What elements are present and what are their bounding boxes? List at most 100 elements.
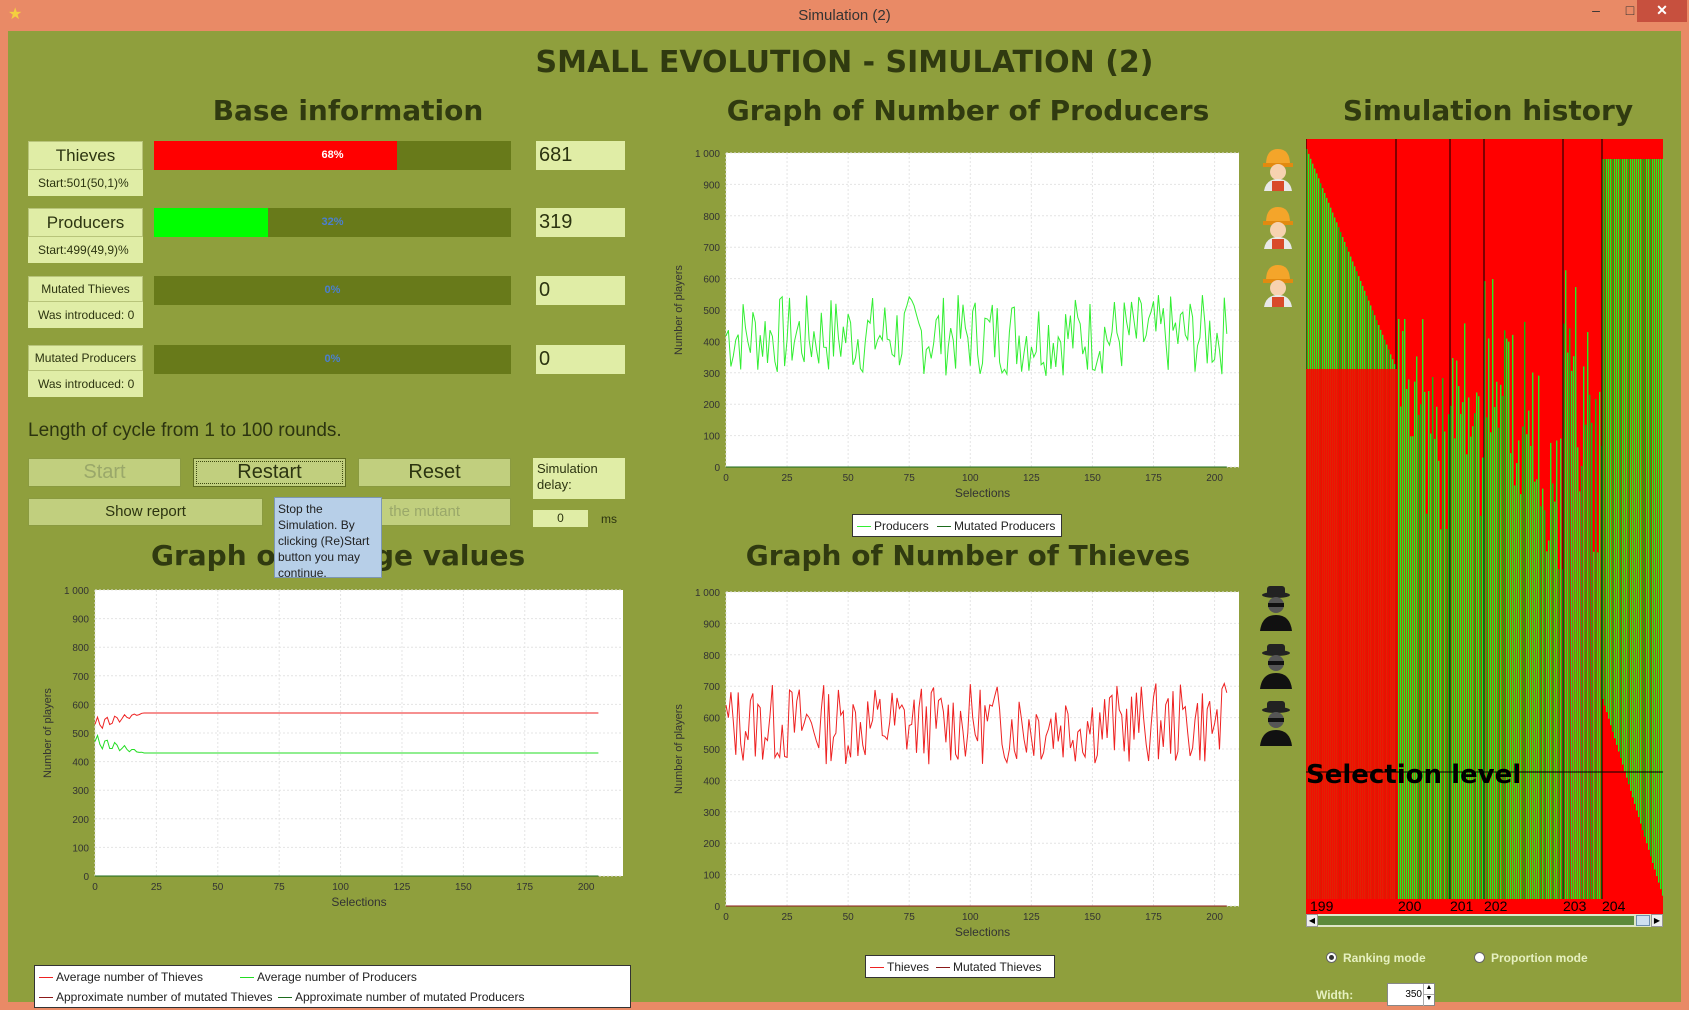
close-button[interactable]: ✕ (1637, 0, 1687, 22)
x-tick-label: 75 (904, 473, 916, 484)
history-column (1544, 510, 1546, 899)
producers-progress-bar: 32% (154, 208, 511, 237)
spin-up-icon[interactable]: ▲ (1423, 984, 1434, 995)
history-column (1474, 413, 1476, 899)
history-column (1585, 424, 1587, 899)
radio-unselected-icon[interactable] (1474, 952, 1485, 963)
history-column (1408, 379, 1410, 899)
spin-down-icon[interactable]: ▼ (1423, 995, 1434, 1006)
x-tick-label: 200 (1206, 473, 1223, 484)
history-column (1528, 410, 1530, 899)
y-tick-label: 500 (72, 729, 89, 740)
history-column (1418, 414, 1420, 899)
history-column (1502, 395, 1504, 899)
history-column (1436, 406, 1438, 899)
show-report-button[interactable]: Show report (28, 498, 263, 526)
history-column (1430, 433, 1432, 899)
y-tick-label: 900 (72, 615, 89, 626)
x-tick-label: 75 (274, 882, 286, 893)
history-column (1571, 370, 1573, 899)
scroll-left-icon[interactable]: ◀ (1306, 914, 1318, 927)
simulation-delay-label: Simulation delay: (533, 458, 625, 499)
simulation-delay-input[interactable]: 0 (533, 510, 588, 527)
average-chart-title-left: Graph of (151, 539, 288, 572)
scroll-right-icon[interactable]: ▶ (1651, 914, 1663, 927)
width-spinner[interactable]: 350 ▲ ▼ (1387, 983, 1435, 1006)
x-tick-label: 50 (843, 912, 855, 923)
history-column (1456, 360, 1458, 899)
y-axis-label: Number of players (673, 265, 685, 355)
history-column (1458, 386, 1460, 900)
base-info-title: Base information (212, 94, 484, 127)
mutated-thieves-label: Mutated Thieves (28, 276, 143, 302)
scrollbar-track[interactable] (1318, 916, 1634, 925)
history-column (1567, 352, 1569, 899)
history-column (1466, 454, 1468, 899)
history-column (1616, 159, 1618, 745)
x-tick-label: 200 (1206, 912, 1223, 923)
y-tick-label: 0 (83, 872, 89, 883)
history-column (1636, 159, 1638, 811)
y-tick-label: 500 (703, 745, 720, 756)
history-column (1464, 323, 1466, 899)
history-column (1410, 436, 1412, 899)
history-column (1522, 426, 1524, 899)
history-column (1404, 292, 1406, 899)
y-tick-label: 700 (703, 682, 720, 693)
history-column (1589, 394, 1591, 899)
history-column (1508, 341, 1510, 900)
history-image (1306, 139, 1663, 900)
cycle-length-text: Length of cycle from 1 to 100 rounds. (28, 420, 342, 441)
legend-item-avg-producers: Average number of Producers (240, 970, 417, 984)
history-column (1480, 515, 1482, 899)
y-tick-label: 1 000 (695, 588, 720, 599)
x-tick-label: 100 (962, 473, 979, 484)
x-tick-label: 75 (904, 912, 916, 923)
legend-item-producers: Producers (857, 519, 929, 533)
history-column (1468, 397, 1470, 899)
y-tick-label: 900 (703, 180, 720, 191)
legend-label: Mutated Thieves (953, 960, 1042, 974)
history-column (1648, 159, 1650, 850)
x-tick-label: 150 (455, 882, 472, 893)
history-column (1494, 407, 1496, 899)
history-column (1579, 491, 1581, 899)
history-column (1400, 406, 1402, 899)
x-axis-label: Selections (955, 925, 1010, 939)
thief-icon (1256, 583, 1296, 631)
reset-button[interactable]: Reset (358, 458, 511, 487)
main-panel: SMALL EVOLUTION - SIMULATION (2) Base in… (8, 31, 1681, 1008)
selection-level-label: Selection level (1306, 760, 1522, 790)
history-block (1306, 369, 1398, 899)
history-column (1526, 434, 1528, 899)
history-column (1662, 159, 1663, 896)
history-column (1634, 159, 1636, 804)
history-column (1630, 159, 1632, 791)
history-column (1530, 445, 1532, 899)
radio-selected-icon[interactable] (1326, 952, 1337, 963)
x-tick-label: 125 (1023, 912, 1040, 923)
width-value[interactable]: 350 (1405, 989, 1422, 1000)
mutated-producers-percent: 0% (324, 353, 341, 365)
proportion-mode-radio[interactable]: Proportion mode (1474, 951, 1588, 965)
history-column (1470, 436, 1472, 899)
history-column (1628, 159, 1630, 785)
history-column (1510, 453, 1512, 899)
y-tick-label: 400 (703, 776, 720, 787)
history-column (1624, 159, 1626, 772)
history-column (1534, 481, 1536, 899)
scrollbar-thumb[interactable] (1636, 915, 1650, 926)
thief-icon (1256, 698, 1296, 746)
history-column (1620, 159, 1622, 759)
history-scrollbar[interactable]: ◀ ▶ (1306, 914, 1663, 927)
y-axis-label: Number of players (673, 704, 685, 794)
restart-button[interactable]: Restart (193, 458, 346, 487)
x-tick-label: 125 (394, 882, 411, 893)
history-column (1658, 159, 1660, 883)
start-button[interactable]: Start (28, 458, 181, 487)
y-tick-label: 800 (72, 643, 89, 654)
legend-label: Approximate number of mutated Producers (295, 990, 525, 1004)
ranking-mode-radio[interactable]: Ranking mode (1326, 951, 1426, 965)
history-marker: 200 (1398, 898, 1422, 914)
history-column (1428, 391, 1430, 899)
